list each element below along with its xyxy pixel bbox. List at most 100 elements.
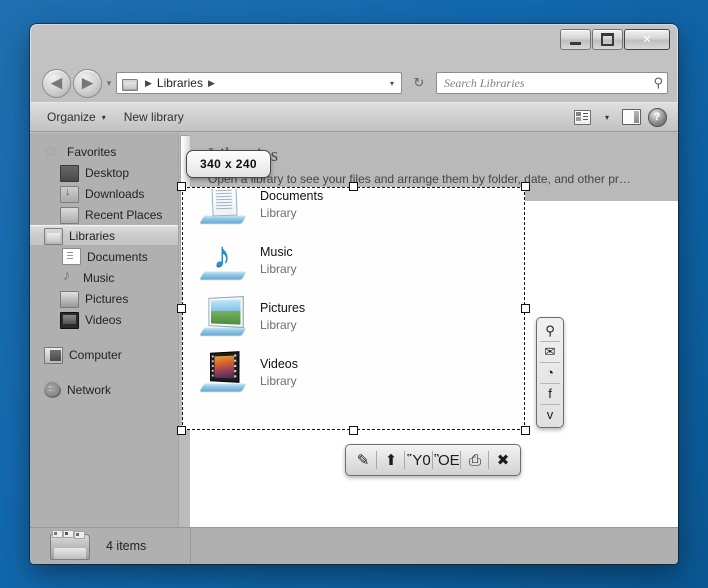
sidebar-item-desktop[interactable]: Desktop (30, 162, 190, 183)
resize-handle-ne[interactable] (521, 182, 530, 191)
capture-selection-rectangle[interactable]: ✕ ◀ ▶ ▾ ▶ Libraries (182, 187, 525, 430)
resize-handle-sw[interactable] (177, 426, 186, 435)
list-item[interactable]: ♪ MusicLibrary (182, 233, 525, 289)
organize-menu-button[interactable]: Organize ▾ (38, 106, 115, 128)
sidebar-item-label: Music (83, 271, 114, 285)
sidebar-item-computer[interactable]: Computer (30, 344, 190, 365)
breadcrumb-separator-trailing[interactable]: ▶ (203, 78, 220, 89)
download-icon (60, 186, 79, 203)
libraries-folder-icon (46, 528, 92, 562)
help-button[interactable]: ? (644, 106, 670, 128)
list-item-text: MusicLibrary (260, 245, 297, 278)
sidebar-item-label: Videos (85, 313, 121, 327)
recent-icon (60, 207, 79, 224)
list-item-name: Videos (260, 357, 298, 373)
new-library-label: New library (124, 110, 184, 124)
search-input[interactable]: Search Libraries ⚲ (436, 72, 668, 94)
address-bar[interactable]: ▶ Libraries ▶ ▾ (116, 72, 402, 94)
sidebar-item-music[interactable]: Music (30, 267, 190, 288)
sidebar-item-downloads[interactable]: Downloads (30, 183, 190, 204)
share-twitter-button[interactable]: ᴠ (537, 404, 563, 425)
capture-close-button[interactable]: ✖ (489, 448, 517, 472)
history-dropdown-button[interactable]: ▾ (102, 78, 116, 89)
status-bar: 4 items (30, 527, 678, 564)
forward-button[interactable]: ▶ (73, 69, 102, 98)
view-dropdown-button[interactable]: ▾ (596, 109, 618, 126)
video-icon (60, 312, 79, 329)
music-library-icon: ♪ (200, 238, 248, 284)
sidebar-item-pictures[interactable]: Pictures (30, 288, 190, 309)
share-facebook-button[interactable]: f (537, 383, 563, 404)
close-button[interactable]: ✕ (624, 29, 670, 50)
minimize-icon (570, 42, 581, 45)
network-icon (44, 383, 61, 398)
resize-handle-e[interactable] (521, 304, 530, 313)
sidebar-item-documents[interactable]: Documents (30, 246, 190, 267)
search-placeholder: Search Libraries (444, 76, 653, 91)
list-item-type: Library (260, 206, 323, 221)
sidebar-item-label: Recent Places (85, 208, 162, 222)
resize-handle-w[interactable] (177, 304, 186, 313)
capture-action-toolbar: ✎⬆Ὕ0ὋE⎙✖ (345, 444, 521, 476)
share-search-button[interactable]: ⚲ (537, 320, 563, 341)
document-icon (62, 248, 81, 265)
breadcrumb-separator-leading: ▶ (140, 78, 157, 89)
resize-handle-n[interactable] (349, 182, 358, 191)
command-bar: Organize ▾ New library ▾ ? (30, 102, 678, 132)
new-library-button[interactable]: New library (115, 106, 193, 128)
file-list: DocumentsLibrary♪MusicLibraryPicturesLib… (182, 187, 525, 430)
list-item-name: Documents (260, 189, 323, 205)
capture-upload-button[interactable]: ⬆ (377, 448, 405, 472)
window-body: FavoritesDesktopDownloadsRecent PlacesLi… (182, 187, 525, 430)
refresh-button[interactable]: ↻ (408, 72, 430, 94)
list-item-name: Music (260, 245, 297, 261)
address-dropdown-icon[interactable]: ▾ (385, 79, 399, 88)
list-item-text: DocumentsLibrary (260, 189, 323, 222)
list-item[interactable]: PicturesLibrary (182, 289, 525, 345)
star-icon (44, 144, 61, 159)
capture-save-button[interactable]: ὋE (433, 448, 461, 472)
breadcrumb-libraries[interactable]: Libraries (157, 76, 203, 90)
chevron-down-icon: ▾ (102, 113, 106, 122)
maximize-button[interactable] (592, 29, 623, 50)
sidebar-item-favorites[interactable]: Favorites (30, 141, 190, 162)
chevron-down-icon: ▾ (605, 113, 609, 122)
resize-handle-nw[interactable] (177, 182, 186, 191)
sidebar-item-videos[interactable]: Videos (30, 309, 190, 330)
sidebar-item-network[interactable]: Network (30, 379, 190, 400)
change-view-button[interactable] (570, 106, 596, 128)
music-icon (60, 270, 77, 285)
navigation-pane: Favorites Desktop Downloads Recent Places Li… (30, 133, 190, 528)
page-title: Libraries (208, 145, 678, 167)
list-item-type: Library (260, 374, 298, 389)
item-count-label: 4 items (106, 539, 146, 553)
sidebar-item-libraries[interactable]: Libraries (30, 225, 190, 246)
nav-group-spacer (30, 365, 190, 379)
sidebar-item-label: Favorites (67, 145, 116, 159)
capture-print-button[interactable]: ⎙ (461, 448, 489, 472)
nav-group-spacer (30, 330, 190, 344)
share-email-button[interactable]: ✉ (537, 341, 563, 362)
capture-copy-button[interactable]: Ὕ0 (405, 448, 433, 472)
preview-pane-button[interactable] (618, 106, 644, 128)
status-bar-divider (190, 528, 191, 564)
maximize-icon (601, 33, 614, 46)
picture-icon (60, 291, 79, 308)
selection-clip: ✕ ◀ ▶ ▾ ▶ Libraries (182, 187, 525, 430)
share-reddit-button[interactable]: ◔ (537, 362, 563, 383)
sidebar-item-recent-places[interactable]: Recent Places (30, 204, 190, 225)
back-button[interactable]: ◀ (42, 69, 71, 98)
computer-icon (44, 347, 63, 364)
list-item-text: PicturesLibrary (260, 301, 305, 334)
navigation-row: ◀ ▶ ▾ ▶ Libraries ▶ ▾ ↻ (30, 66, 678, 100)
list-item[interactable]: DocumentsLibrary (182, 187, 525, 233)
resize-handle-s[interactable] (349, 426, 358, 435)
sidebar-item-label: Desktop (85, 166, 129, 180)
list-item[interactable]: VideosLibrary (182, 345, 525, 401)
minimize-button[interactable] (560, 29, 591, 50)
refresh-icon: ↻ (414, 75, 425, 91)
capture-edit-button[interactable]: ✎ (349, 448, 377, 472)
sidebar-item-label: Documents (87, 250, 148, 264)
sidebar-item-label: Computer (69, 348, 122, 362)
resize-handle-se[interactable] (521, 426, 530, 435)
